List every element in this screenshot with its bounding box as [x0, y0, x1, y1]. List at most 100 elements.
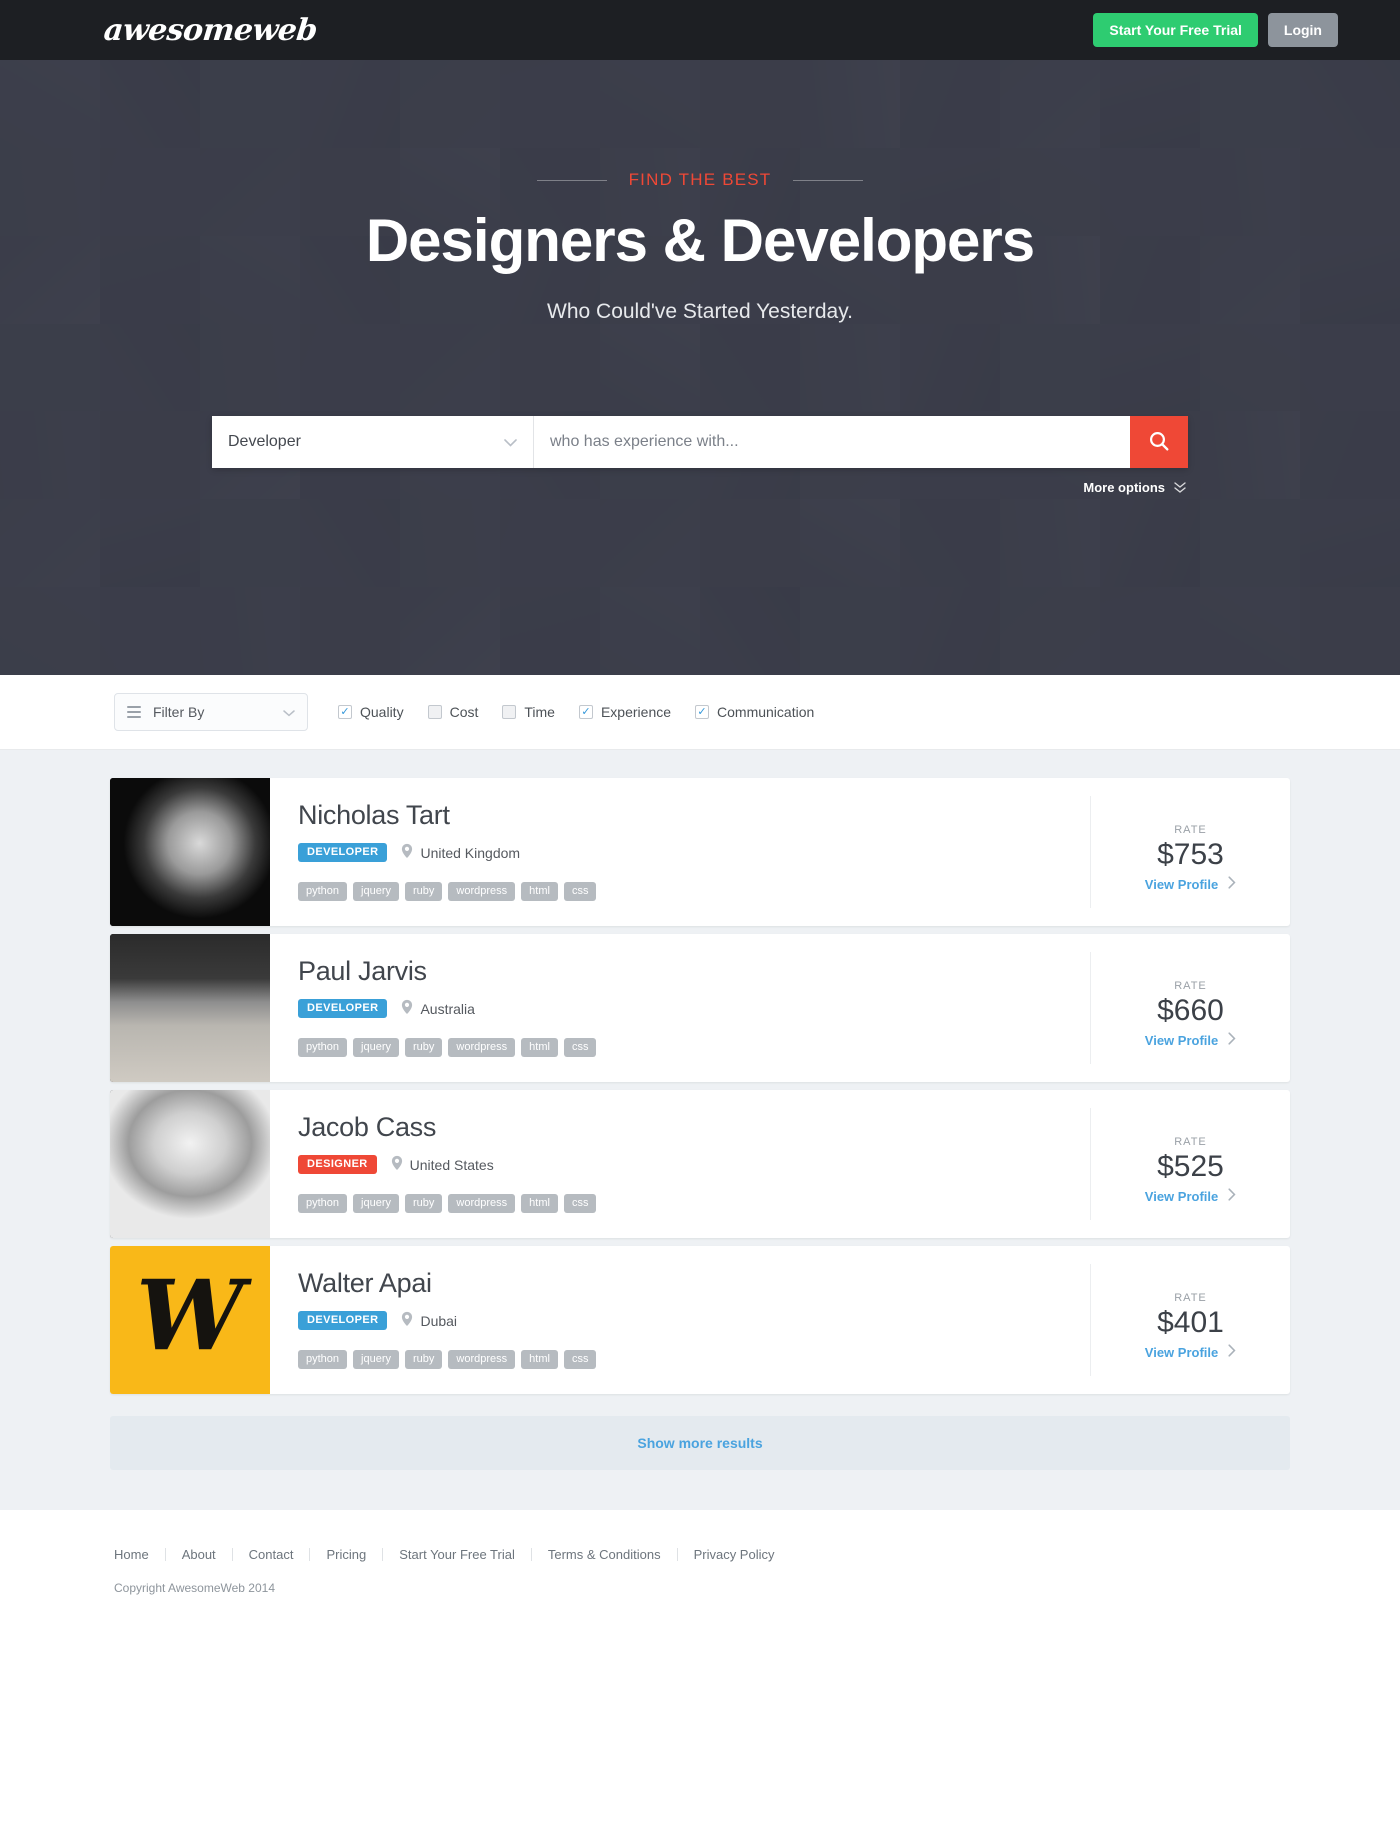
filter-checkbox-communication[interactable]: ✓ Communication [695, 704, 814, 720]
role-badge: DEVELOPER [298, 843, 388, 862]
skill-tag[interactable]: ruby [405, 1350, 443, 1369]
hero-content: FIND THE BEST Designers & Developers Who… [110, 60, 1290, 495]
view-profile-link[interactable]: View Profile [1145, 1032, 1236, 1048]
card-meta: DESIGNER United States [298, 1155, 1062, 1174]
skill-tag[interactable]: wordpress [448, 882, 516, 901]
checkbox-label: Communication [717, 704, 815, 720]
more-options-toggle[interactable]: More options [212, 480, 1188, 495]
site-header: awesomeweb Start Your Free Trial Login [0, 0, 1400, 60]
freelancer-card[interactable]: Jacob Cass DESIGNER United States python jqu… [110, 1090, 1290, 1238]
hero-eyebrow: FIND THE BEST [628, 170, 772, 189]
skill-tag[interactable]: python [298, 1038, 348, 1057]
freelancer-name: Jacob Cass [298, 1112, 437, 1142]
footer-link[interactable]: Terms & Conditions [532, 1548, 678, 1561]
skill-tag[interactable]: css [563, 1194, 597, 1213]
show-more-results-button[interactable]: Show more results [110, 1416, 1290, 1470]
checkbox-box[interactable]: ✓ [695, 705, 710, 719]
footer-link[interactable]: Start Your Free Trial [383, 1548, 532, 1561]
avatar [110, 1090, 270, 1238]
view-profile-link[interactable]: View Profile [1145, 876, 1236, 892]
filter-checkbox-experience[interactable]: ✓ Experience [578, 704, 671, 720]
checkbox-label: Time [524, 704, 555, 720]
card-side: RATE $753 View Profile [1090, 796, 1290, 908]
footer-link[interactable]: Pricing [310, 1548, 384, 1561]
site-logo[interactable]: awesomeweb [102, 13, 319, 48]
view-profile-label: View Profile [1144, 1344, 1219, 1360]
filter-checkbox-time[interactable]: Time [502, 704, 555, 720]
skill-tag[interactable]: css [563, 1350, 597, 1369]
checkbox-box[interactable] [502, 705, 517, 719]
search-category-select[interactable]: Developer [212, 416, 534, 468]
filter-by-label: Filter By [153, 704, 205, 720]
filter-checkbox-cost[interactable]: Cost [427, 704, 478, 720]
checkbox-box[interactable] [427, 705, 442, 719]
map-pin-icon [401, 843, 413, 862]
skill-tag[interactable]: python [298, 1350, 348, 1369]
filter-bar: Filter By ✓ Quality Cost Time ✓ Experience ✓ Co… [0, 675, 1400, 750]
filter-checkbox-quality[interactable]: ✓ Quality [338, 704, 404, 720]
location: Australia [401, 999, 475, 1018]
view-profile-link[interactable]: View Profile [1145, 1188, 1236, 1204]
rate-block: RATE $525 [1157, 1136, 1224, 1184]
rate-label: RATE [1174, 824, 1207, 836]
view-profile-label: View Profile [1144, 1032, 1219, 1048]
results-list: Nicholas Tart DEVELOPER United Kingdom pyth… [110, 778, 1290, 1394]
skill-tag[interactable]: jquery [353, 1194, 399, 1213]
hero-section: FIND THE BEST Designers & Developers Who… [0, 60, 1400, 675]
skill-tag[interactable]: html [521, 882, 558, 901]
footer-link[interactable]: About [166, 1548, 233, 1561]
footer-link[interactable]: Contact [233, 1548, 311, 1561]
login-button[interactable]: Login [1267, 13, 1338, 47]
role-badge: DEVELOPER [298, 1311, 388, 1330]
start-free-trial-button[interactable]: Start Your Free Trial [1093, 13, 1258, 47]
footer-links: Home About Contact Pricing Start Your Free T… [114, 1548, 1290, 1561]
map-pin-icon [401, 1311, 413, 1330]
skill-tag[interactable]: wordpress [448, 1350, 516, 1369]
skill-tag[interactable]: jquery [353, 1038, 399, 1057]
footer-inner: Home About Contact Pricing Start Your Free T… [110, 1548, 1290, 1595]
header-actions: Start Your Free Trial Login [1093, 13, 1338, 47]
rate-value: $401 [1157, 1306, 1224, 1339]
skill-tag[interactable]: wordpress [448, 1038, 516, 1057]
skill-tag[interactable]: wordpress [448, 1194, 516, 1213]
skill-tag[interactable]: html [521, 1194, 558, 1213]
hero-search: Developer More options [110, 416, 1290, 495]
filter-checkbox-group: ✓ Quality Cost Time ✓ Experience ✓ Communicatio… [338, 704, 814, 720]
chevron-right-icon [1228, 1032, 1236, 1048]
freelancer-name: Paul Jarvis [298, 956, 427, 986]
freelancer-card[interactable]: Nicholas Tart DEVELOPER United Kingdom pyth… [110, 778, 1290, 926]
footer-link[interactable]: Home [114, 1548, 166, 1561]
card-meta: DEVELOPER United Kingdom [298, 843, 1062, 862]
view-profile-link[interactable]: View Profile [1145, 1344, 1236, 1360]
more-options-label: More options [1083, 480, 1165, 495]
skill-tag[interactable]: python [298, 882, 348, 901]
filter-by-dropdown[interactable]: Filter By [114, 693, 308, 731]
skill-tag[interactable]: ruby [405, 882, 443, 901]
role-badge: DEVELOPER [298, 999, 388, 1018]
card-body: Nicholas Tart DEVELOPER United Kingdom pyth… [270, 778, 1090, 926]
rate-label: RATE [1174, 1292, 1207, 1304]
skill-tag[interactable]: ruby [405, 1038, 443, 1057]
footer-link[interactable]: Privacy Policy [678, 1548, 791, 1561]
skill-tag[interactable]: css [563, 882, 597, 901]
search-submit-button[interactable] [1130, 416, 1188, 468]
skill-tag[interactable]: jquery [353, 882, 399, 901]
freelancer-card[interactable]: Paul Jarvis DEVELOPER Australia python jquer… [110, 934, 1290, 1082]
map-pin-icon [401, 999, 413, 1018]
skill-tag[interactable]: html [521, 1350, 558, 1369]
card-meta: DEVELOPER Dubai [298, 1311, 1062, 1330]
rate-label: RATE [1174, 1136, 1207, 1148]
skill-tag[interactable]: ruby [405, 1194, 443, 1213]
search-input[interactable] [534, 416, 1130, 468]
skill-tag[interactable]: html [521, 1038, 558, 1057]
skill-tag[interactable]: python [298, 1194, 348, 1213]
skill-tag[interactable]: jquery [353, 1350, 399, 1369]
magnifier-icon [1148, 430, 1170, 455]
card-body: Jacob Cass DESIGNER United States python jqu… [270, 1090, 1090, 1238]
skill-tags: python jquery ruby wordpress html css [298, 1038, 1062, 1057]
footer-copyright: Copyright AwesomeWeb 2014 [114, 1581, 275, 1595]
skill-tag[interactable]: css [563, 1038, 597, 1057]
checkbox-box[interactable]: ✓ [578, 705, 593, 719]
freelancer-card[interactable]: W Walter Apai DEVELOPER Dubai python jquery ru… [110, 1246, 1290, 1394]
checkbox-box[interactable]: ✓ [338, 705, 352, 719]
